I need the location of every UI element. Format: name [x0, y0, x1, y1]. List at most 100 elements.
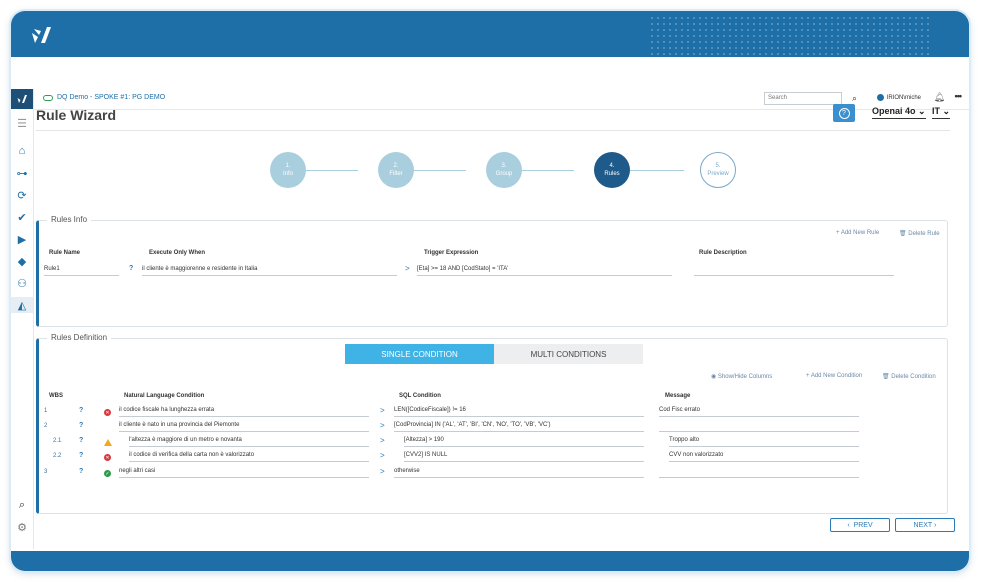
prev-label: PREV — [853, 521, 873, 529]
convert-arrow-icon[interactable]: > — [380, 421, 385, 430]
check-icon[interactable]: ✔ — [14, 209, 30, 225]
settings-icon[interactable]: ⚙ — [14, 519, 30, 535]
nl-condition-input[interactable]: negli altri casi — [119, 467, 369, 478]
message-input[interactable]: Cod Fisc errato — [659, 406, 859, 417]
users-icon[interactable]: ⚇ — [14, 275, 30, 291]
show-hide-columns-button[interactable]: ◉ Show/Hide Columns — [711, 373, 772, 380]
step-number: 2. — [393, 163, 399, 169]
message-input[interactable] — [659, 421, 859, 432]
rules-icon[interactable]: ◭ — [11, 297, 33, 313]
delete-rule-button[interactable]: 🗑︎ Delete Rule — [899, 230, 940, 237]
rules-definition-legend: Rules Definition — [47, 333, 112, 342]
rules-info-legend: Rules Info — [47, 215, 92, 224]
model-select[interactable]: Openai 4o ⌄ — [872, 106, 926, 119]
col-trigger-expression: Trigger Expression — [424, 250, 479, 256]
bottom-banner — [11, 551, 969, 571]
sql-condition-input[interactable]: otherwise — [394, 467, 644, 478]
delete-condition-label: Delete Condition — [891, 374, 936, 380]
step-label: Rules — [604, 171, 620, 177]
user-menu[interactable]: IRION\miche — [876, 94, 921, 101]
trash-icon: 🗑︎ — [882, 374, 890, 380]
chevron-down-icon: ⌄ — [918, 106, 926, 116]
delete-condition-button[interactable]: 🗑︎ Delete Condition — [882, 373, 936, 380]
add-rule-button[interactable]: + Add New Rule — [836, 230, 879, 236]
convert-arrow-icon[interactable]: > — [405, 264, 410, 273]
condition-tabs: SINGLE CONDITION MULTI CONDITIONS — [345, 344, 643, 364]
message-input[interactable]: CVV non valorizzato — [669, 451, 859, 462]
step-label: Filter — [389, 171, 403, 177]
trigger-expression-input[interactable]: [Eta] >= 18 AND [CodStato] = 'ITA' — [417, 265, 672, 276]
help-question-icon[interactable]: ? — [79, 407, 83, 414]
rules-definition-panel: Rules Definition SINGLE CONDITION MULTI … — [36, 333, 948, 514]
language-select[interactable]: IT ⌄ — [932, 106, 951, 119]
header-divider — [36, 130, 950, 131]
nl-condition-input[interactable]: il cliente è nato in una provincia del P… — [119, 421, 369, 432]
search-input[interactable]: Search — [764, 92, 842, 105]
rules-info-panel: Rules Info + Add New Rule 🗑︎ Delete Rule… — [36, 215, 948, 327]
trash-icon: 🗑︎ — [899, 231, 907, 237]
step-label: Preview — [707, 171, 729, 177]
help-question-icon[interactable]: ? — [129, 265, 133, 272]
delete-rule-label: Delete Rule — [908, 231, 940, 237]
col-natural-language: Natural Language Condition — [124, 393, 205, 399]
play-icon[interactable]: ▶ — [14, 231, 30, 247]
prev-button[interactable]: ‹ PREV — [830, 518, 890, 532]
sql-condition-input[interactable]: [CVV2] IS NULL — [404, 451, 644, 462]
step-connector — [630, 170, 684, 171]
nl-condition-input[interactable]: il codice di verifica della carta non è … — [129, 451, 369, 462]
search-icon[interactable]: ⌕ — [14, 497, 30, 513]
add-condition-button[interactable]: + Add New Condition — [806, 373, 862, 379]
convert-arrow-icon[interactable]: > — [380, 436, 385, 445]
page-title: Rule Wizard — [36, 107, 116, 123]
convert-arrow-icon[interactable]: > — [380, 451, 385, 460]
wizard-stepper: 1. Info 2. Filter 3. Group 4. Rules 5. P… — [258, 152, 736, 192]
help-question-icon[interactable]: ? — [79, 452, 83, 459]
layers-icon[interactable]: ◆ — [14, 253, 30, 269]
tab-multi-conditions[interactable]: MULTI CONDITIONS — [494, 344, 643, 364]
step-group[interactable]: 3. Group — [486, 152, 522, 188]
message-input[interactable]: Troppo alto — [669, 436, 859, 447]
step-rules[interactable]: 4. Rules — [594, 152, 630, 188]
step-label: Info — [282, 171, 293, 177]
help-question-icon[interactable]: ? — [79, 437, 83, 444]
more-options-icon[interactable]: ••• — [955, 91, 963, 101]
breadcrumb-text[interactable]: DQ Demo - SPOKE #1: PG DEMO — [57, 94, 165, 101]
next-button[interactable]: NEXT › — [895, 518, 955, 532]
search-icon[interactable]: ⌕ — [852, 93, 857, 104]
tab-single-condition[interactable]: SINGLE CONDITION — [345, 344, 494, 364]
connections-icon[interactable]: ⊶ — [14, 165, 30, 181]
help-question-icon[interactable]: ? — [79, 468, 83, 475]
row-wbs: 3 — [44, 469, 48, 475]
error-status-icon: ✕ — [104, 454, 111, 461]
nl-condition-input[interactable]: il codice fiscale ha lunghezza errata — [119, 406, 369, 417]
sync-icon[interactable]: ⟳ — [14, 187, 30, 203]
menu-icon[interactable]: ☰ — [14, 115, 30, 131]
breadcrumb[interactable]: DQ Demo - SPOKE #1: PG DEMO — [43, 94, 165, 101]
warning-status-icon — [104, 439, 112, 446]
nl-condition-input[interactable]: l'altezza è maggiore di un metro e novan… — [129, 436, 369, 447]
help-button[interactable]: ? — [833, 104, 855, 122]
sql-condition-input[interactable]: LEN([CodiceFiscale]) != 16 — [394, 406, 644, 417]
model-select-value: Openai 4o — [872, 106, 916, 116]
row-wbs: 2 — [44, 423, 48, 429]
rule-name-input[interactable]: Rule1 — [44, 265, 119, 276]
step-number: 1. — [285, 163, 291, 169]
message-input[interactable] — [659, 467, 859, 478]
step-info[interactable]: 1. Info — [270, 152, 306, 188]
step-filter[interactable]: 2. Filter — [378, 152, 414, 188]
help-question-icon[interactable]: ? — [79, 422, 83, 429]
language-select-value: IT — [932, 106, 940, 116]
row-wbs: 2.1 — [53, 438, 62, 444]
home-icon[interactable]: ⌂ — [14, 143, 30, 159]
step-preview[interactable]: 5. Preview — [700, 152, 736, 188]
convert-arrow-icon[interactable]: > — [380, 406, 385, 415]
sql-condition-input[interactable]: [Altezza] > 190 — [404, 436, 644, 447]
notification-bell-icon[interactable]: 🔔︎ — [934, 92, 945, 103]
user-avatar-icon — [876, 94, 884, 101]
convert-arrow-icon[interactable]: > — [380, 467, 385, 476]
execute-when-input[interactable]: il cliente è maggiorenne e residente in … — [142, 265, 397, 276]
col-message: Message — [665, 393, 691, 399]
sql-condition-input[interactable]: [CodProvincia] IN ('AL', 'AT', 'BI', 'CN… — [394, 421, 644, 432]
app-bar: DQ Demo - SPOKE #1: PG DEMO Search ⌕ IRI… — [33, 89, 969, 110]
rule-description-input[interactable] — [694, 265, 894, 276]
